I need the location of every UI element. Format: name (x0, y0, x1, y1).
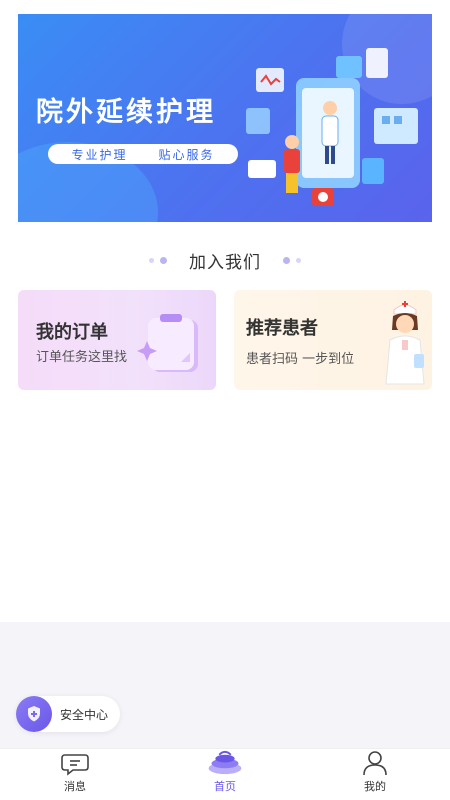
dot (149, 257, 154, 263)
banner-title: 院外延续护理 (36, 97, 216, 128)
my-orders-card[interactable]: 我的订单 订单任务这里找 (18, 290, 216, 390)
dot (296, 257, 301, 263)
tab-label: 我的 (364, 780, 386, 793)
banner-tag-right: 贴心服务 (158, 147, 215, 162)
dot (283, 256, 290, 264)
dot (160, 256, 167, 264)
section-title: 加入我们 (189, 252, 261, 273)
tab-label: 首页 (214, 780, 236, 793)
nurse-illustration (385, 301, 425, 385)
dots-right (283, 256, 301, 264)
safety-center-label: 安全中心 (60, 707, 109, 722)
bottom-tab-bar: 消息 首页 我的 (0, 748, 450, 800)
message-icon (61, 754, 89, 776)
recommend-patient-card[interactable]: 推荐患者 患者扫码 一步到位 (234, 290, 432, 390)
card-subtitle: 订单任务这里找 (36, 350, 128, 365)
card-title: 推荐患者 (246, 318, 318, 339)
card-title: 我的订单 (36, 322, 108, 343)
tab-home[interactable]: 首页 (150, 749, 300, 800)
tab-profile[interactable]: 我的 (300, 749, 450, 800)
user-icon (363, 751, 387, 776)
safety-center-button[interactable]: 安全中心 (16, 696, 120, 732)
shield-icon (28, 706, 40, 722)
tab-messages[interactable]: 消息 (0, 749, 150, 800)
home-icon (208, 750, 242, 775)
tab-label: 消息 (64, 780, 86, 793)
hero-banner[interactable]: 院外延续护理 专业护理 贴心服务 (18, 14, 432, 222)
clipboard-icon (137, 314, 198, 372)
dots-left (149, 256, 167, 264)
banner-tag-left: 专业护理 (71, 147, 128, 162)
banner-tagline: 专业护理 贴心服务 (48, 144, 238, 164)
card-subtitle: 患者扫码 一步到位 (246, 352, 355, 367)
section-header: 加入我们 (0, 246, 450, 274)
healthcare-illustration (246, 48, 418, 206)
shield-icon-wrapper (16, 696, 52, 732)
